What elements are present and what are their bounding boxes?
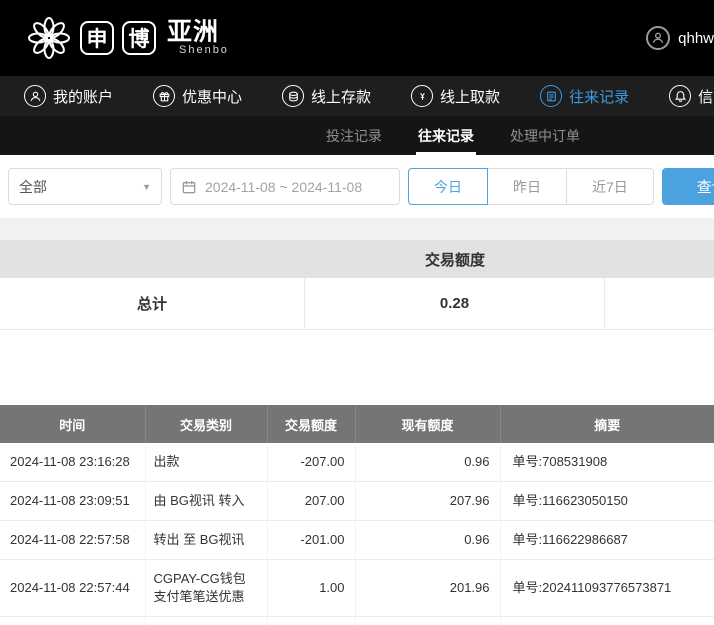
tab-betting-records[interactable]: 投注记录 — [324, 116, 384, 155]
content-gap — [0, 330, 714, 405]
date-range-input[interactable]: 2024-11-08 ~ 2024-11-08 — [170, 168, 400, 205]
cell-summary: 单号:116622986687 — [500, 521, 714, 560]
cell-amount: -201.00 — [267, 521, 355, 560]
date-range-value: 2024-11-08 ~ 2024-11-08 — [205, 179, 362, 195]
nav-item-promotions[interactable]: 优惠中心 — [153, 85, 242, 107]
main-nav: 我的账户 优惠中心 线上存款 线上取款 往来记录 信 — [0, 76, 714, 116]
cell-balance: 200.96 — [355, 617, 500, 625]
nav-label: 信 — [698, 86, 713, 107]
type-select[interactable]: 全部 ▼ — [8, 168, 162, 205]
date-quick-buttons: 今日 昨日 近7日 — [408, 168, 654, 205]
cell-balance: 0.96 — [355, 443, 500, 482]
section-spacer — [0, 218, 714, 240]
nav-item-withdraw[interactable]: 线上取款 — [411, 85, 500, 107]
col-header-amount: 交易额度 — [267, 405, 355, 443]
chevron-down-icon: ▼ — [142, 182, 151, 192]
brand-subtitle: Shenbo — [167, 45, 229, 57]
query-button[interactable]: 查询 — [662, 168, 714, 205]
nav-item-messages[interactable]: 信 — [669, 85, 713, 107]
cell-summary: 单号:202411093776573871 — [500, 617, 714, 625]
deposit-icon — [282, 85, 304, 107]
cell-amount: 1.00 — [267, 560, 355, 617]
cell-summary: 单号:708531908 — [500, 443, 714, 482]
nav-label: 我的账户 — [53, 86, 113, 107]
cell-type: 由 BG视讯 转入 — [145, 482, 267, 521]
bell-icon — [669, 85, 691, 107]
col-header-summary: 摘要 — [500, 405, 714, 443]
col-header-time: 时间 — [0, 405, 145, 443]
nav-item-transactions[interactable]: 往来记录 — [540, 85, 629, 107]
yesterday-button[interactable]: 昨日 — [487, 168, 567, 205]
summary-header-label: 交易额度 — [305, 240, 605, 278]
sub-nav: 投注记录 往来记录 处理中订单 — [0, 116, 714, 155]
last7days-button[interactable]: 近7日 — [566, 168, 654, 205]
gift-icon — [153, 85, 175, 107]
tab-processing-orders[interactable]: 处理中订单 — [508, 116, 582, 155]
summary-total-row: 总计 0.28 — [0, 278, 714, 330]
flower-logo-icon — [26, 15, 72, 61]
cell-time: 2024-11-08 22:57:58 — [0, 521, 145, 560]
nav-label: 线上取款 — [440, 86, 500, 107]
cell-balance: 207.96 — [355, 482, 500, 521]
brand-text: 亚洲 Shenbo — [167, 19, 229, 57]
logo-char-shen: 申 — [80, 21, 114, 55]
cell-type: 转出 至 BG视讯 — [145, 521, 267, 560]
table-row: 2024-11-08 23:16:28 出款 -207.00 0.96 单号:7… — [0, 443, 714, 482]
nav-item-deposit[interactable]: 线上存款 — [282, 85, 371, 107]
summary-total-value: 0.28 — [305, 278, 605, 329]
table-header-row: 时间 交易类别 交易额度 现有额度 摘要 — [0, 405, 714, 443]
filter-bar: 全部 ▼ 2024-11-08 ~ 2024-11-08 今日 昨日 近7日 查… — [0, 155, 714, 218]
today-button[interactable]: 今日 — [408, 168, 488, 205]
user-icon — [24, 85, 46, 107]
brand-region: 亚洲 — [167, 19, 229, 45]
nav-label: 线上存款 — [311, 86, 371, 107]
summary-table: 交易额度 总计 0.28 — [0, 240, 714, 330]
table-row: 2024-11-08 23:09:51 由 BG视讯 转入 207.00 207… — [0, 482, 714, 521]
cell-amount: 200.00 — [267, 617, 355, 625]
col-header-balance: 现有额度 — [355, 405, 500, 443]
tab-label: 往来记录 — [418, 126, 474, 146]
cell-time: 2024-11-08 22:57:44 — [0, 560, 145, 617]
nav-item-my-account[interactable]: 我的账户 — [24, 85, 113, 107]
records-table: 时间 交易类别 交易额度 现有额度 摘要 2024-11-08 23:16:28… — [0, 405, 714, 625]
table-row: 2024-11-08 22:57:44 CGPAY-CG钱包支付笔笔送优惠 1.… — [0, 560, 714, 617]
calendar-icon — [181, 179, 197, 195]
cell-amount: -207.00 — [267, 443, 355, 482]
nav-label: 优惠中心 — [182, 86, 242, 107]
summary-header-row: 交易额度 — [0, 240, 714, 278]
table-row: 2024-11-08 22:57:44 CGPAY支付 200.00 200.9… — [0, 617, 714, 625]
summary-empty-cell — [605, 278, 714, 329]
col-header-type: 交易类别 — [145, 405, 267, 443]
cell-type: CGPAY-CG钱包支付笔笔送优惠 — [145, 560, 267, 617]
logo-char-bo: 博 — [122, 21, 156, 55]
cell-balance: 201.96 — [355, 560, 500, 617]
table-row: 2024-11-08 22:57:58 转出 至 BG视讯 -201.00 0.… — [0, 521, 714, 560]
nav-label: 往来记录 — [569, 86, 629, 107]
cell-balance: 0.96 — [355, 521, 500, 560]
cell-summary: 单号:116623050150 — [500, 482, 714, 521]
cell-type: 出款 — [145, 443, 267, 482]
withdraw-icon — [411, 85, 433, 107]
summary-header-empty — [0, 240, 305, 278]
user-account[interactable]: qhhw — [646, 26, 714, 50]
records-icon — [540, 85, 562, 107]
tab-transaction-records[interactable]: 往来记录 — [416, 116, 476, 155]
user-avatar-icon — [646, 26, 670, 50]
cell-type: CGPAY支付 — [145, 617, 267, 625]
tab-label: 处理中订单 — [510, 126, 580, 146]
username: qhhw — [678, 30, 714, 47]
brand-logo[interactable]: 申 博 亚洲 Shenbo — [26, 15, 229, 61]
type-select-value: 全部 — [19, 177, 47, 197]
cell-time: 2024-11-08 23:16:28 — [0, 443, 145, 482]
summary-total-label: 总计 — [0, 278, 305, 329]
tab-label: 投注记录 — [326, 126, 382, 146]
app-header: 申 博 亚洲 Shenbo qhhw — [0, 0, 714, 76]
cell-time: 2024-11-08 22:57:44 — [0, 617, 145, 625]
summary-header-empty — [605, 240, 714, 278]
cell-time: 2024-11-08 23:09:51 — [0, 482, 145, 521]
cell-summary: 单号:202411093776573871 — [500, 560, 714, 617]
cell-amount: 207.00 — [267, 482, 355, 521]
